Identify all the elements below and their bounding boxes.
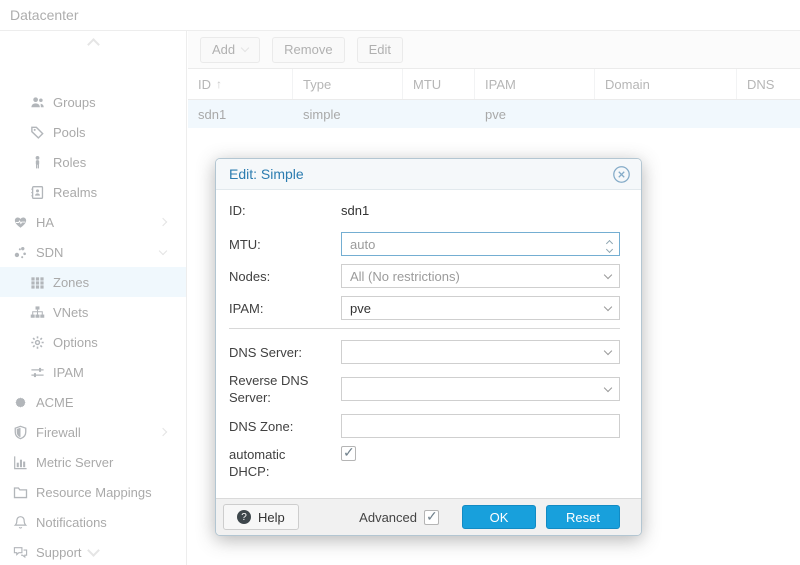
combo-trigger[interactable] [597,341,619,363]
spinner-buttons[interactable] [599,233,619,255]
proxmox-datacenter-screen: Datacenter Groups Pools [0,0,800,565]
field-row-id: ID: sdn1 [229,202,620,219]
nodes-input[interactable] [342,265,597,287]
field-row-dns-zone: DNS Zone: [229,414,620,438]
question-circle-icon: ? [237,510,251,524]
mtu-label: MTU: [229,236,261,252]
chevron-down-icon [603,346,613,355]
dns-zone-field [341,414,620,438]
edit-simple-dialog: Edit: Simple ID: sdn1 MTU: auto Nodes: A… [215,158,642,536]
reverse-dns-combo [341,377,620,401]
field-row-auto-dhcp: automatic DHCP: [229,444,620,480]
dns-server-input[interactable] [342,341,597,363]
ipam-label: IPAM: [229,300,264,316]
auto-dhcp-checkbox[interactable] [341,444,356,461]
id-value: sdn1 [341,203,370,218]
advanced-checkbox[interactable] [424,508,439,525]
close-icon[interactable] [612,165,631,184]
mtu-input[interactable] [342,233,599,255]
advanced-label: Advanced [359,509,417,525]
id-label: ID: [229,203,246,218]
field-row-dns-server: DNS Server: [229,340,620,364]
reset-button[interactable]: Reset [546,505,620,529]
field-row-reverse-dns: Reverse DNS Server: [229,372,620,406]
ipam-input[interactable] [342,297,597,319]
field-row-nodes: Nodes: [229,264,620,288]
chevron-down-icon [603,302,613,311]
reverse-dns-label: Reverse DNS Server: [229,373,309,405]
reverse-dns-input[interactable] [342,378,597,400]
dns-server-label: DNS Server: [229,344,302,360]
dns-zone-input[interactable] [341,414,620,438]
field-row-ipam: IPAM: [229,296,620,320]
chevron-down-icon [603,383,613,392]
dialog-footer: ? Help Advanced OK Reset [216,498,641,535]
spinner-down-icon[interactable] [605,245,613,253]
combo-trigger[interactable] [597,265,619,287]
section-divider [229,328,620,329]
combo-trigger[interactable] [597,297,619,319]
dialog-header[interactable]: Edit: Simple [216,159,641,190]
nodes-label: Nodes: [229,268,271,284]
help-button[interactable]: ? Help [223,504,299,530]
dns-zone-label: DNS Zone: [229,418,294,434]
dialog-title: Edit: Simple [229,166,304,182]
ipam-combo [341,296,620,320]
dialog-body: ID: sdn1 MTU: Nodes: [216,190,641,498]
field-row-mtu: MTU: [229,232,620,256]
mtu-spinner [341,232,620,256]
combo-trigger[interactable] [597,378,619,400]
dns-server-combo [341,340,620,364]
chevron-down-icon [603,270,613,279]
ok-button[interactable]: OK [462,505,536,529]
auto-dhcp-label: automatic DHCP: [229,447,286,479]
nodes-combo [341,264,620,288]
